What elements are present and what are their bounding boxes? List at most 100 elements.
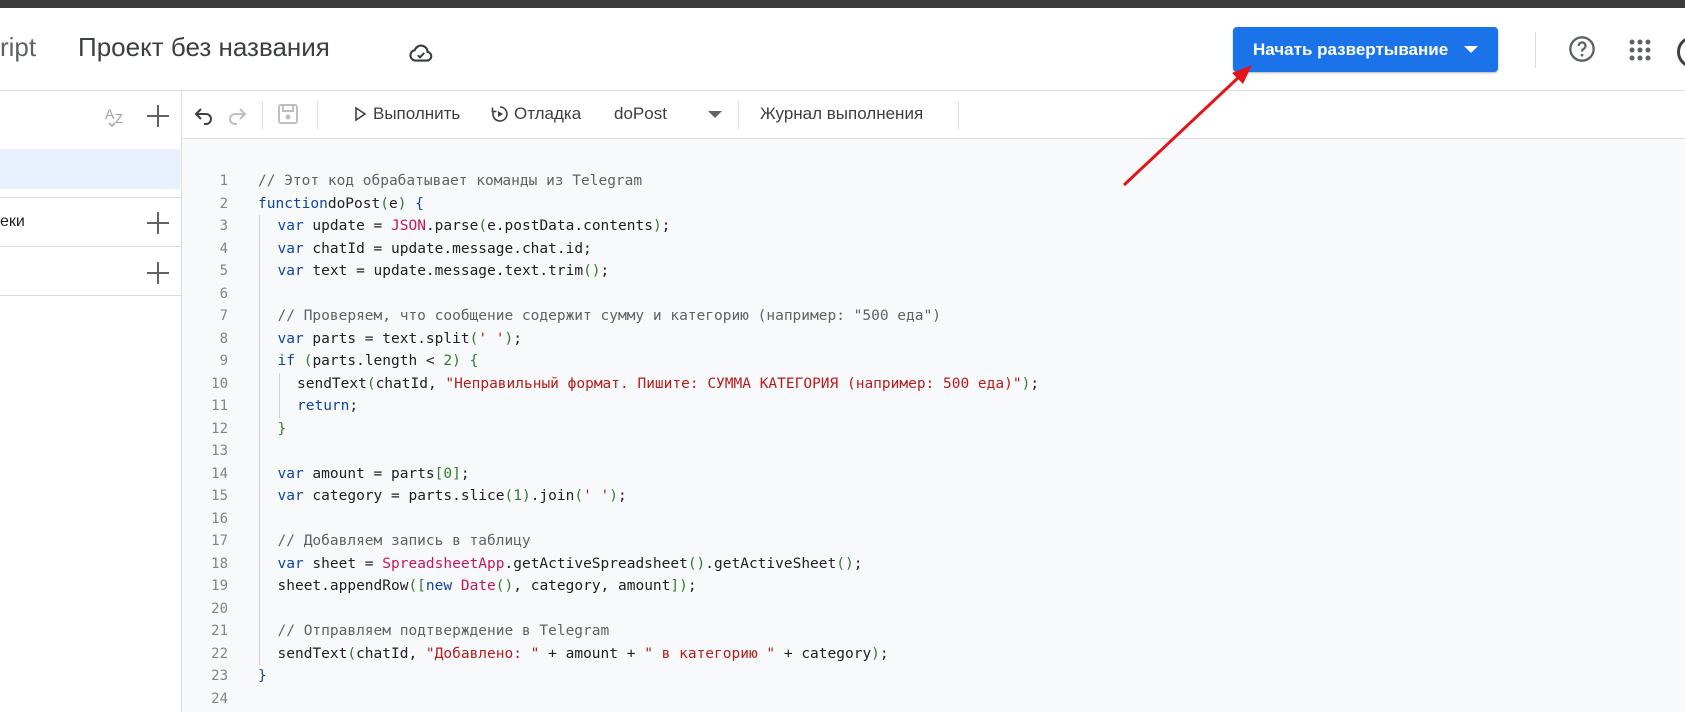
editor-toolbar: Выполнить Отладка doPost Журнал выполнен…: [182, 91, 1685, 139]
active-file-item[interactable]: [0, 149, 180, 189]
code-line[interactable]: [258, 507, 1039, 530]
indent-guide: [259, 215, 260, 238]
code-token: {: [469, 353, 479, 369]
code-token: ;: [1030, 375, 1040, 392]
code-token: // Добавляем запись в таблицу: [277, 533, 531, 549]
code-line[interactable]: [258, 597, 1039, 620]
add-service-icon[interactable]: [146, 261, 170, 285]
code-line[interactable]: var parts = text.split(' ');: [258, 327, 1039, 350]
deploy-dropdown-icon[interactable]: [1464, 46, 1478, 53]
code-token: SpreadsheetApp: [382, 555, 505, 572]
code-token: (: [366, 375, 376, 392]
svg-text:Z: Z: [115, 111, 123, 126]
line-number: 17: [211, 533, 228, 549]
code-line[interactable]: var text = update.message.text.trim();: [258, 260, 1039, 283]
code-token: var: [277, 240, 304, 257]
redo-icon[interactable]: [225, 102, 249, 126]
code-line[interactable]: // Проверяем, что сообщение содержит сум…: [258, 305, 1039, 328]
sort-az-icon[interactable]: A Z: [104, 102, 130, 128]
run-button[interactable]: Выполнить: [352, 91, 460, 137]
help-icon[interactable]: [1568, 35, 1596, 63]
indent-guide: [259, 597, 260, 620]
code-token: ;: [600, 263, 610, 279]
indent-guide: [259, 462, 260, 485]
line-number: 7: [219, 308, 228, 324]
line-number: 11: [211, 398, 228, 414]
code-line[interactable]: }: [258, 665, 1039, 688]
code-token: (): [583, 263, 601, 279]
code-line[interactable]: var update = JSON.parse(e.postData.conte…: [258, 215, 1039, 238]
code-line[interactable]: // Добавляем запись в таблицу: [258, 530, 1039, 553]
file-sidebar: A Z еки: [0, 91, 182, 712]
line-number-gutter: 1 2 3 4 5 6 7 8 9 10 11 12 13 14 15 16 17 18 19 20 21 22 23 24: [182, 170, 228, 710]
deploy-button[interactable]: Начать развертывание: [1233, 27, 1498, 72]
line-number: 22: [211, 645, 228, 662]
code-token: {: [415, 195, 424, 212]
code-line[interactable]: [258, 282, 1039, 305]
indent-guide: [278, 395, 280, 418]
line-number: 10: [211, 375, 228, 392]
code-token: " в категорию ": [644, 645, 776, 662]
code-line[interactable]: if (parts.length < 2) {: [258, 350, 1039, 373]
function-select[interactable]: doPost: [614, 91, 667, 137]
add-file-icon[interactable]: [146, 104, 170, 128]
code-line[interactable]: [258, 440, 1039, 463]
line-number: 8: [219, 330, 228, 347]
line-number: 6: [219, 285, 228, 302]
code-line[interactable]: functiondoPost(e) {: [258, 193, 1039, 216]
project-title[interactable]: Проект без названия: [78, 32, 330, 63]
execution-log-button[interactable]: Журнал выполнения: [760, 91, 923, 137]
code-line[interactable]: return;: [258, 395, 1039, 418]
line-number: 19: [211, 578, 228, 594]
code-line[interactable]: var category = parts.slice(1).join(' ');: [258, 485, 1039, 508]
indent-guide: [259, 507, 260, 530]
line-number: 18: [211, 555, 228, 572]
cloud-saved-icon: [409, 44, 433, 62]
line-number: 13: [211, 443, 228, 459]
code-line[interactable]: sendText(chatId, "Неправильный формат. П…: [258, 372, 1040, 395]
indent-guide: [259, 417, 260, 440]
undo-icon[interactable]: [192, 102, 216, 126]
code-editor[interactable]: 1 2 3 4 5 6 7 8 9 10 11 12 13 14 15 16 17 18 19 20 21 22 23 24 …: [182, 139, 1685, 712]
code-line[interactable]: [258, 688, 1039, 711]
code-token: ;: [460, 465, 470, 482]
code-line[interactable]: sheet.appendRow([new Date(), category, a…: [258, 575, 1039, 598]
line-number: 15: [211, 488, 228, 504]
code-line[interactable]: // Этот код обрабатывает команды из Tele…: [258, 170, 1039, 193]
code-line[interactable]: var sheet = SpreadsheetApp.getActiveSpre…: [258, 552, 1039, 575]
code-token: (): [495, 578, 514, 594]
code-line[interactable]: sendText(chatId, "Добавлено: " + amount …: [258, 642, 1039, 665]
svg-text:A: A: [105, 106, 115, 122]
code-token: update =: [303, 218, 392, 234]
save-icon[interactable]: [276, 102, 300, 126]
line-number: 3: [219, 218, 228, 234]
code-line[interactable]: // Отправляем подтверждение в Telegram: [258, 620, 1039, 643]
code-line[interactable]: }: [258, 417, 1039, 440]
code-token: ;: [661, 218, 671, 234]
indent-guide: [259, 552, 260, 575]
code-line[interactable]: var chatId = update.message.chat.id;: [258, 237, 1039, 260]
indent-guide: [259, 575, 260, 598]
function-dropdown-icon[interactable]: [708, 111, 722, 118]
code-token: (): [687, 555, 706, 572]
libraries-label: еки: [0, 213, 25, 230]
add-library-icon[interactable]: [146, 211, 170, 235]
indent-guide: [259, 305, 260, 328]
code-token: .join: [530, 488, 575, 504]
code-token: parts.length <: [312, 353, 444, 369]
code-token: sendText: [297, 375, 367, 392]
run-button-label: Выполнить: [373, 104, 461, 123]
avatar[interactable]: [1677, 36, 1685, 68]
code-line[interactable]: var amount = parts[0];: [258, 462, 1039, 485]
code-area[interactable]: // Этот код обрабатывает команды из Tele…: [258, 170, 1039, 710]
apps-grid-icon[interactable]: [1629, 39, 1651, 61]
debug-button[interactable]: Отладка: [491, 91, 581, 137]
code-token: var: [277, 330, 304, 347]
code-token: (): [836, 555, 854, 572]
code-token: (: [469, 330, 479, 347]
toolbar-divider: [958, 101, 959, 129]
code-token: ]): [670, 578, 688, 594]
code-token: new: [425, 578, 453, 594]
code-token: doPost: [327, 195, 381, 212]
code-token: var: [277, 488, 304, 504]
